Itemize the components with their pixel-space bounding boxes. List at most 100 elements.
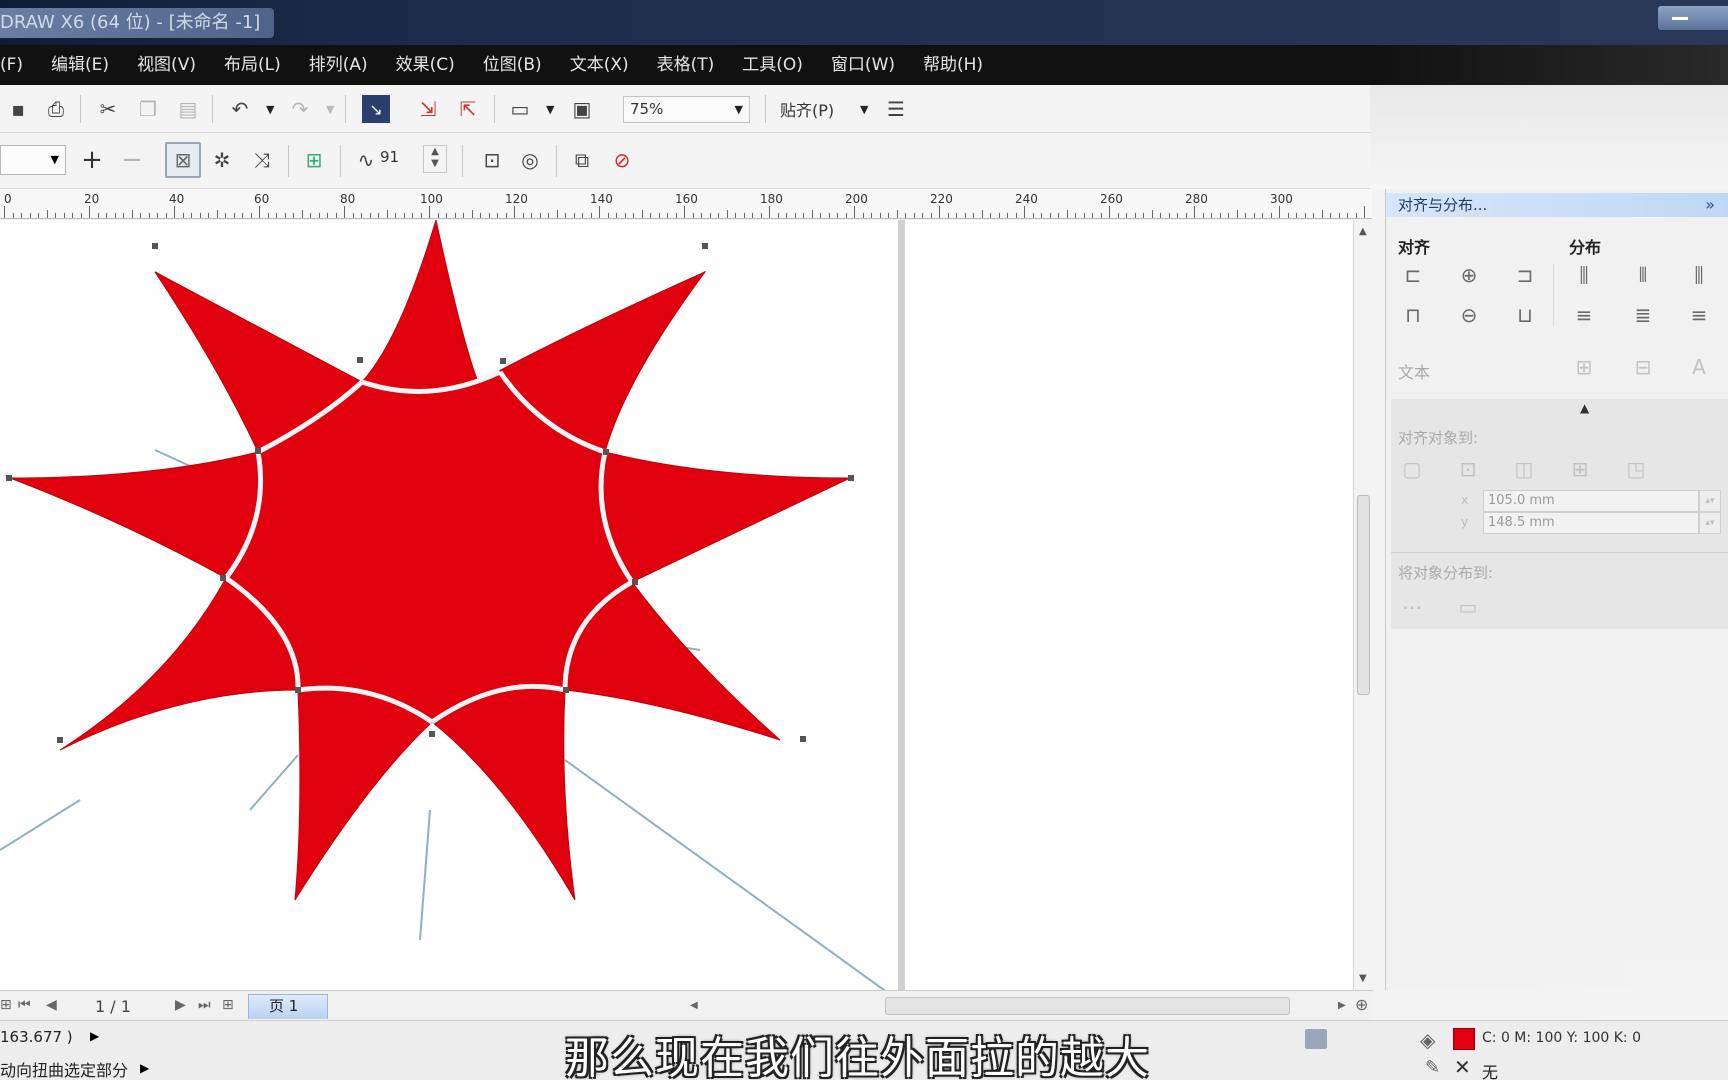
twister-distortion-icon[interactable]: ⤨ — [248, 146, 276, 174]
scroll-left-icon[interactable]: ◀ — [690, 1000, 698, 1011]
node-handle[interactable] — [632, 579, 638, 585]
menu-window[interactable]: 窗口(W) — [817, 45, 909, 85]
convert-to-curve-icon[interactable]: ◎ — [516, 146, 544, 174]
star-shape[interactable] — [9, 220, 851, 901]
paste-icon[interactable]: ▤ — [174, 95, 202, 123]
menu-table[interactable]: 表格(T) — [643, 45, 729, 85]
text-bbox-icon[interactable]: A — [1686, 354, 1712, 380]
add-page-after-icon[interactable]: ⊞ — [222, 997, 234, 1013]
print-icon[interactable]: ⎙ — [42, 95, 70, 123]
distribute-bottom-icon[interactable]: ≡ — [1686, 302, 1712, 328]
cut-icon[interactable]: ✂ — [94, 95, 122, 123]
horizontal-scroll-thumb[interactable] — [885, 997, 1290, 1015]
node-handle[interactable] — [6, 475, 12, 481]
fill-color-swatch[interactable] — [1453, 1028, 1475, 1050]
node-handle[interactable] — [255, 448, 261, 454]
grid-icon[interactable]: ⊞ — [1567, 456, 1593, 482]
text-first-line-icon[interactable]: ⊞ — [1571, 354, 1597, 380]
launcher-dropdown-icon[interactable]: ▼ — [546, 103, 554, 116]
vertical-scrollbar[interactable]: ▲ ▼ — [1353, 220, 1373, 990]
expand-arrow-icon[interactable]: ▶ — [140, 1061, 149, 1075]
node-handle[interactable] — [848, 475, 854, 481]
zoom-tool-icon[interactable]: ⊕ — [1355, 995, 1368, 1014]
snap-dropdown-icon[interactable]: ▼ — [860, 103, 868, 116]
node-handle[interactable] — [500, 358, 506, 364]
redo-dropdown-icon[interactable]: ▼ — [326, 103, 334, 116]
expand-arrow-icon[interactable]: ▶ — [90, 1029, 99, 1043]
node-handle[interactable] — [357, 357, 363, 363]
menu-effects[interactable]: 效果(C) — [382, 45, 469, 85]
align-center-v-icon[interactable]: ⊖ — [1456, 302, 1482, 328]
collapse-docker-icon[interactable]: » — [1705, 193, 1715, 217]
horizontal-ruler[interactable]: 0 20 40 60 80 100 120 140 160 180 200 22… — [0, 189, 1372, 219]
scroll-thumb[interactable] — [1357, 495, 1370, 695]
align-top-icon[interactable]: ⊓ — [1400, 302, 1426, 328]
scroll-right-icon[interactable]: ▶ — [1338, 1000, 1346, 1011]
menu-bitmaps[interactable]: 位图(B) — [469, 45, 556, 85]
zipper-distortion-icon[interactable]: ✲ — [208, 146, 236, 174]
menu-arrange[interactable]: 排列(A) — [295, 45, 382, 85]
welcome-screen-icon[interactable]: ▣ — [568, 95, 596, 123]
snap-to-menu[interactable]: 贴齐(P) — [780, 97, 834, 121]
zoom-level-combo[interactable]: 75% ▼ — [623, 96, 750, 123]
y-coordinate-field[interactable]: 148.5 mm — [1483, 512, 1699, 534]
active-objects-icon[interactable]: ▢ — [1399, 456, 1425, 482]
previous-page-icon[interactable]: ◀ — [46, 997, 57, 1013]
copy-icon[interactable]: ❐ — [134, 95, 162, 123]
add-node-icon[interactable]: + — [78, 145, 106, 175]
node-handle[interactable] — [603, 449, 609, 455]
align-center-h-icon[interactable]: ⊕ — [1456, 262, 1482, 288]
add-preset-icon[interactable]: ⊞ — [300, 146, 328, 174]
no-outline-icon[interactable]: ✕ — [1454, 1057, 1476, 1079]
distribute-top-icon[interactable]: ≡ — [1571, 302, 1597, 328]
document-color-icon[interactable] — [1305, 1029, 1327, 1049]
next-page-icon[interactable]: ▶ — [175, 997, 186, 1013]
node-handle[interactable] — [800, 736, 806, 742]
push-pull-distortion-button[interactable]: ⊠ — [165, 142, 201, 178]
page-center-icon[interactable]: ◫ — [1511, 456, 1537, 482]
distribute-left-icon[interactable]: ⫼ — [1571, 262, 1597, 288]
clear-distortion-icon[interactable]: ⊘ — [608, 146, 636, 174]
page-edge-icon[interactable]: ⊡ — [1455, 456, 1481, 482]
scroll-down-icon[interactable]: ▼ — [1359, 973, 1367, 984]
scroll-up-icon[interactable]: ▲ — [1359, 226, 1367, 237]
options-icon[interactable]: ☰ — [882, 95, 910, 123]
save-icon[interactable]: ▪ — [4, 95, 32, 123]
menu-layout[interactable]: 布局(L) — [210, 45, 295, 85]
center-distortion-icon[interactable]: ⊡ — [478, 146, 506, 174]
node-handle[interactable] — [152, 243, 158, 249]
menu-help[interactable]: 帮助(H) — [909, 45, 997, 85]
collapse-up-icon[interactable]: ▲ — [1580, 401, 1589, 415]
drawing-canvas[interactable] — [0, 220, 1353, 990]
node-handle[interactable] — [220, 575, 226, 581]
text-last-line-icon[interactable]: ⊟ — [1630, 354, 1656, 380]
object-combo[interactable]: ▼ — [0, 145, 66, 175]
menu-text[interactable]: 文本(X) — [556, 45, 643, 85]
node-handle[interactable] — [563, 687, 569, 693]
application-launcher-icon[interactable]: ▭ — [506, 95, 534, 123]
undo-dropdown-icon[interactable]: ▼ — [266, 103, 274, 116]
distorted-star-drawing[interactable] — [0, 220, 1353, 990]
delete-node-icon[interactable]: − — [118, 145, 146, 175]
menu-tools[interactable]: 工具(O) — [728, 45, 817, 85]
amplitude-value[interactable]: 91 — [380, 148, 399, 166]
redo-icon[interactable]: ↷ — [286, 95, 314, 123]
page-tab-1[interactable]: 页 1 — [248, 994, 328, 1019]
distribute-right-icon[interactable]: ⫼ — [1686, 262, 1712, 288]
node-handle[interactable] — [702, 243, 708, 249]
amplitude-spinner[interactable]: ▲ ▼ — [423, 145, 447, 173]
undo-icon[interactable]: ↶ — [226, 95, 254, 123]
specified-point-icon[interactable]: ◳ — [1623, 456, 1649, 482]
first-page-icon[interactable]: ⏮ — [18, 997, 31, 1013]
search-content-icon[interactable]: ↘ — [362, 95, 390, 123]
import-icon[interactable]: ⇲ — [414, 95, 442, 123]
node-handle[interactable] — [295, 687, 301, 693]
menu-view[interactable]: 视图(V) — [123, 45, 210, 85]
last-page-icon[interactable]: ⏭ — [198, 997, 211, 1013]
export-icon[interactable]: ⇱ — [454, 95, 482, 123]
distribute-center-h-icon[interactable]: ⫴ — [1630, 262, 1656, 288]
x-spinner[interactable]: ▴▾ — [1699, 490, 1721, 512]
minimize-button[interactable] — [1658, 6, 1728, 30]
x-coordinate-field[interactable]: 105.0 mm — [1483, 490, 1699, 512]
y-spinner[interactable]: ▴▾ — [1699, 512, 1721, 534]
